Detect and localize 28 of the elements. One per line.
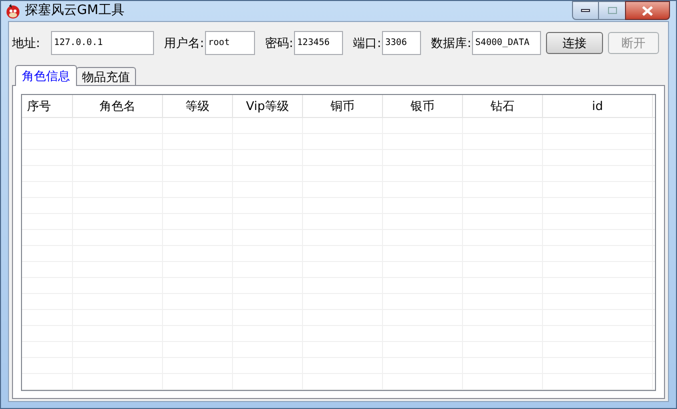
minimize-button[interactable]: [572, 1, 599, 20]
column-header[interactable]: 角色名: [100, 96, 136, 114]
input-field[interactable]: S4000_DATA: [472, 31, 542, 55]
field-label: 密码:: [265, 35, 294, 52]
column-header[interactable]: id: [592, 96, 603, 114]
input-field[interactable]: 123456: [294, 31, 344, 55]
tab[interactable]: 物品充值: [76, 66, 136, 84]
input-field[interactable]: root: [205, 31, 256, 55]
column-header[interactable]: 银币: [410, 96, 434, 114]
field-label: 地址:: [12, 35, 40, 52]
column-header[interactable]: 钻石: [490, 96, 514, 114]
column-header[interactable]: 序号: [27, 96, 51, 114]
close-icon: [642, 6, 653, 16]
connection-button[interactable]: 连接: [546, 32, 604, 54]
column-header[interactable]: 铜币: [330, 96, 354, 114]
bird-icon: [5, 2, 21, 19]
window-title: 探塞风云GM工具: [25, 2, 124, 20]
field-label: 用户名:: [164, 35, 204, 52]
maximize-icon: [608, 7, 616, 14]
input-field[interactable]: 3306: [382, 31, 422, 55]
tab[interactable]: 角色信息: [15, 64, 77, 86]
column-header[interactable]: Vip等级: [246, 96, 289, 114]
minimize-icon: [581, 9, 590, 12]
field-label: 端口:: [353, 35, 382, 52]
column-header[interactable]: 等级: [186, 96, 210, 114]
input-field[interactable]: 127.0.0.1: [51, 31, 154, 55]
close-button[interactable]: [625, 1, 670, 20]
field-label: 数据库:: [431, 35, 472, 52]
